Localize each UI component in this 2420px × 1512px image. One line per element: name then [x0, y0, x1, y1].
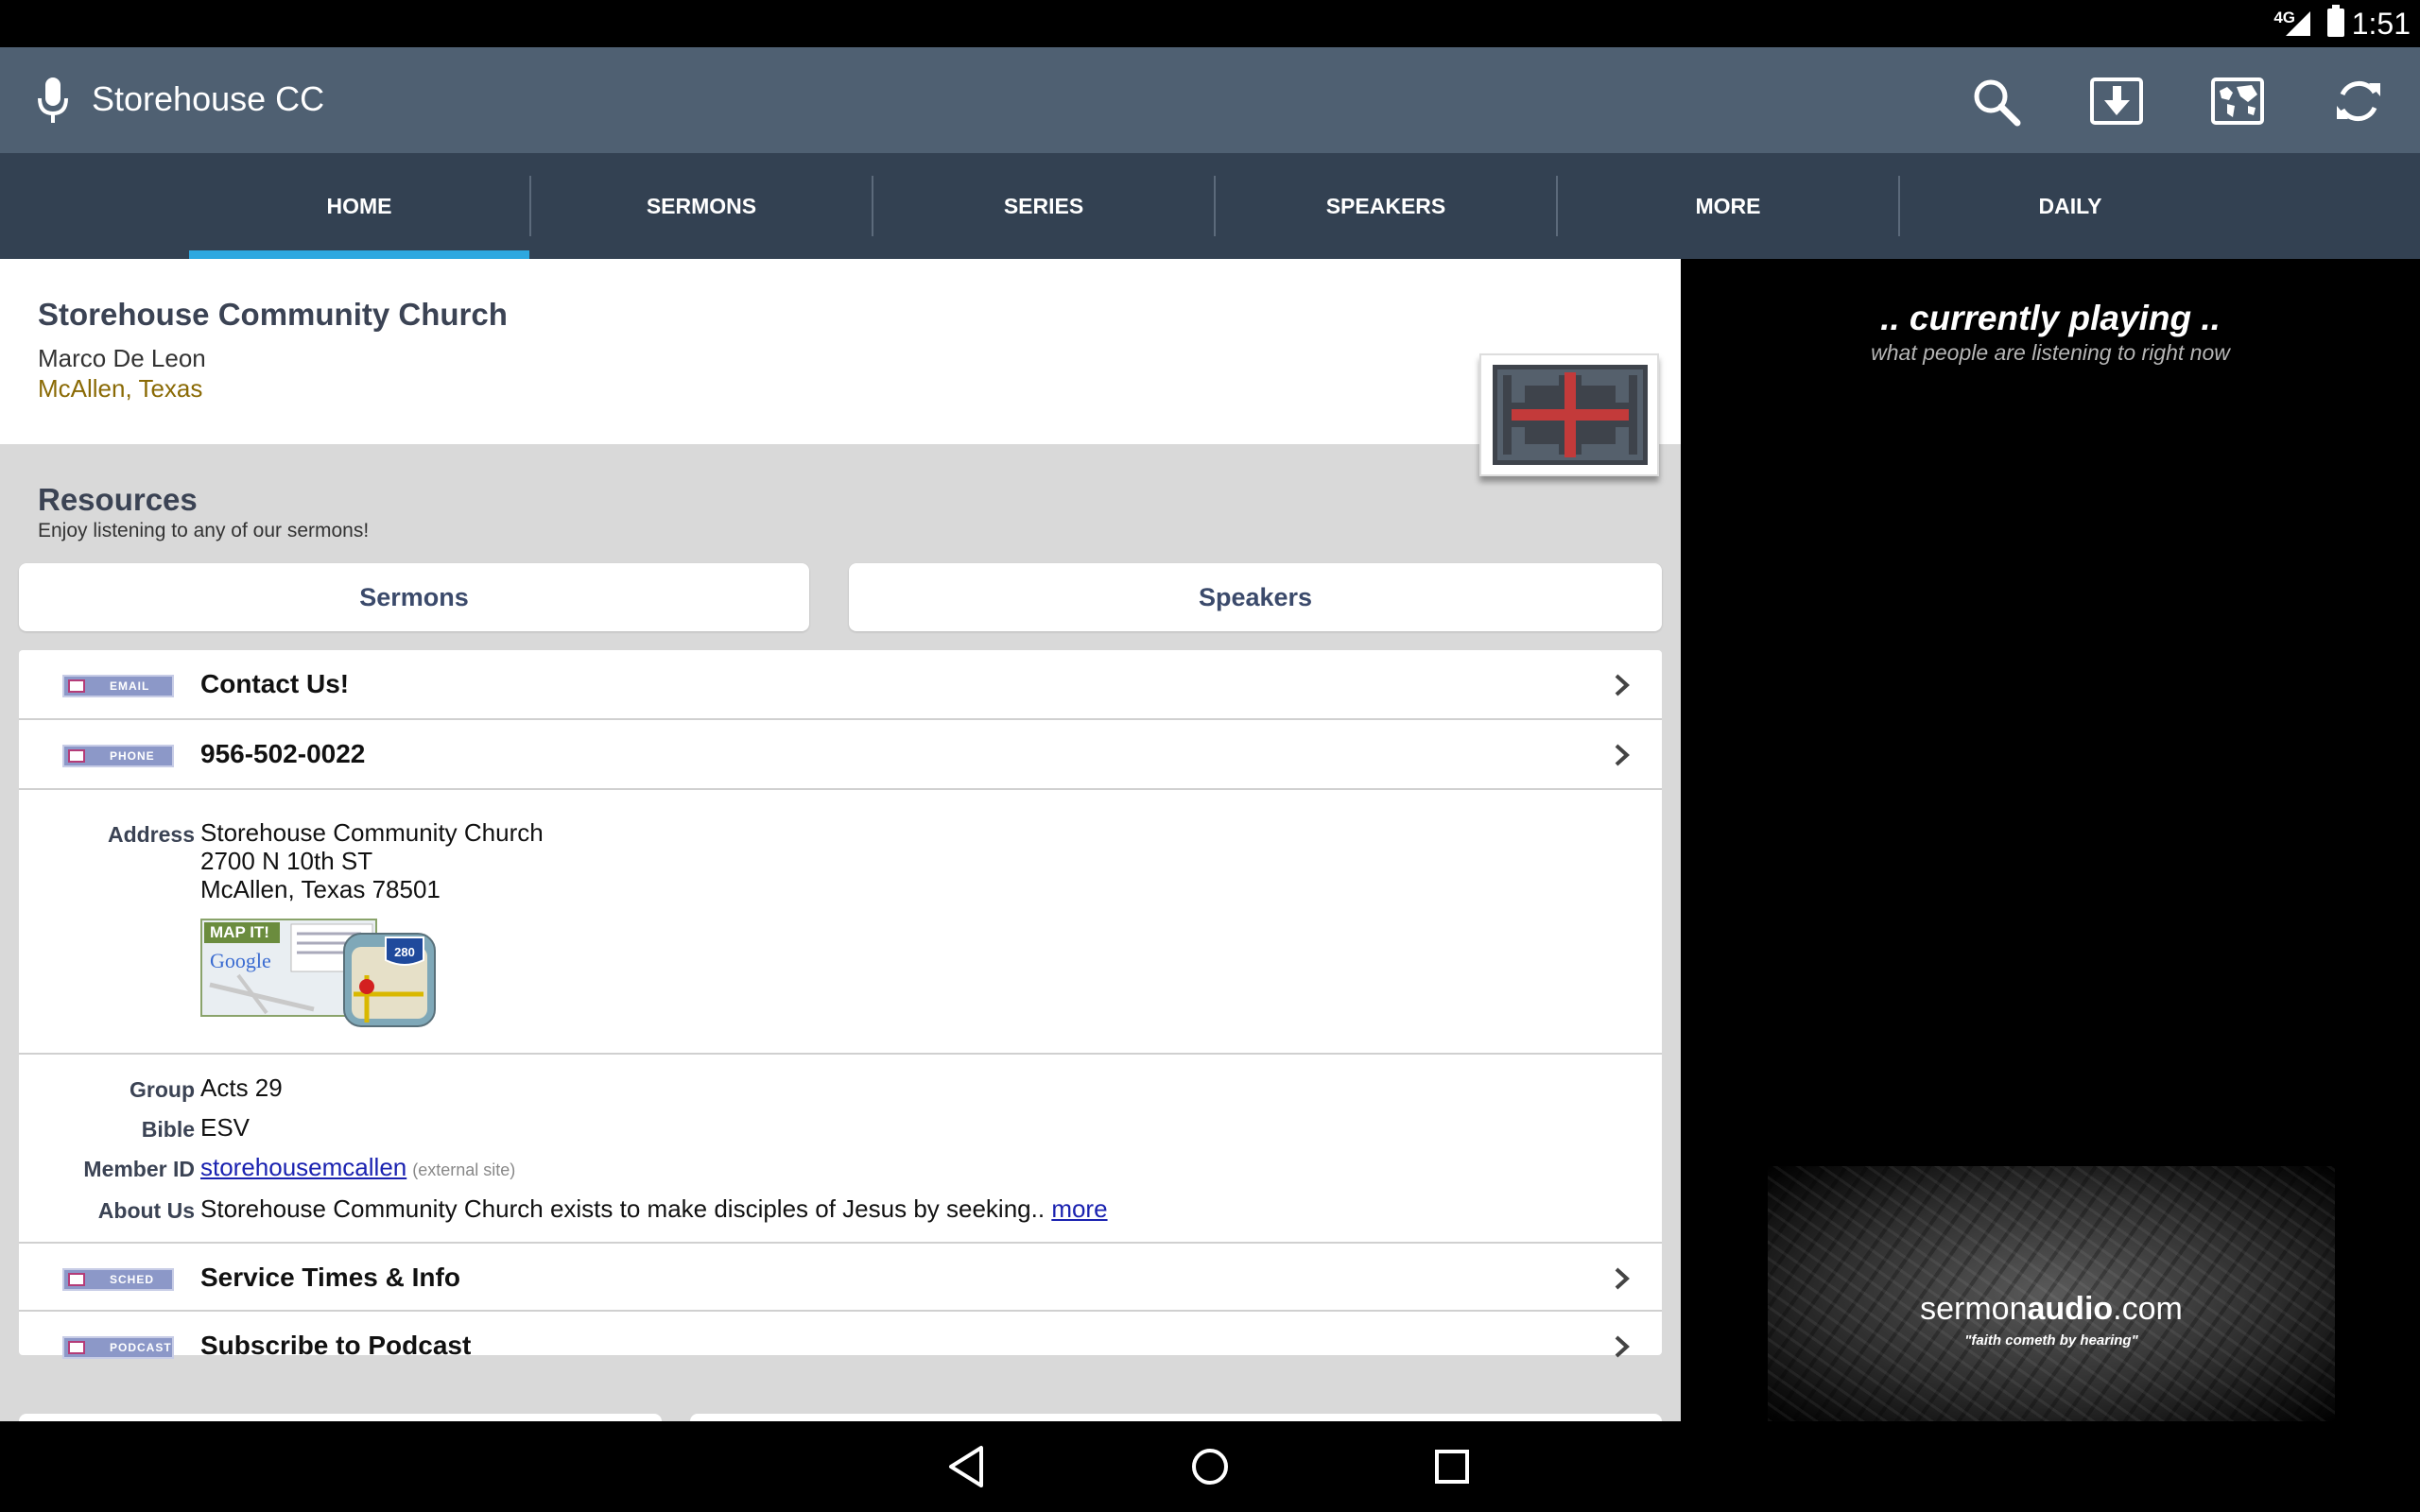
schedule-badge: SCHED: [62, 1268, 174, 1291]
external-site-note: (external site): [412, 1160, 516, 1179]
phone-row[interactable]: PHONE 956-502-0022: [19, 720, 1662, 790]
battery-icon: [2327, 5, 2344, 37]
world-map-icon[interactable]: [2210, 74, 2265, 129]
sermonaudio-tagline: "faith cometh by hearing": [1964, 1332, 2138, 1349]
chevron-right-icon: [1615, 744, 1630, 766]
address-label: Address: [107, 822, 195, 847]
tab-sermons[interactable]: SERMONS: [531, 153, 872, 259]
clock: 1:51: [2351, 7, 2411, 41]
app-title: Storehouse CC: [92, 79, 325, 118]
church-logo: [1479, 353, 1659, 476]
church-header: Storehouse Community Church Marco De Leo…: [0, 259, 1681, 444]
app-screen: 4G 1:51 Storehouse CC HOME SERMONS SERIE…: [0, 0, 2420, 1512]
next-card-edge: [690, 1414, 1662, 1421]
pastor-name: Marco De Leon: [38, 344, 206, 372]
chevron-right-icon: [1615, 1267, 1630, 1290]
contact-us-label: Contact Us!: [200, 669, 350, 698]
search-icon[interactable]: [1968, 74, 2023, 129]
sermons-button[interactable]: Sermons: [19, 563, 809, 631]
address-line-1: Storehouse Community Church: [200, 818, 544, 847]
tab-daily[interactable]: DAILY: [1900, 153, 2240, 259]
tab-more[interactable]: MORE: [1558, 153, 1898, 259]
resources-title: Resources: [38, 482, 198, 517]
bible-value: ESV: [200, 1113, 251, 1142]
service-times-row[interactable]: SCHED Service Times & Info: [19, 1242, 1662, 1312]
info-card: EMAIL Contact Us! PHONE 956-502-0022 Add…: [19, 650, 1662, 1360]
about-us-label: About Us: [97, 1198, 195, 1223]
home-circle-icon[interactable]: [1184, 1440, 1236, 1493]
speakers-button[interactable]: Speakers: [849, 563, 1662, 631]
telephone-icon: [68, 749, 85, 763]
bible-label: Bible: [141, 1117, 195, 1142]
currently-playing-panel: .. currently playing .. what people are …: [1681, 259, 2420, 1421]
member-id-label: Member ID: [83, 1157, 195, 1181]
sermonaudio-logo: sermonaudio.com "faith cometh by hearing…: [1768, 1166, 2335, 1421]
back-icon[interactable]: [942, 1440, 994, 1493]
tab-speakers[interactable]: SPEAKERS: [1216, 153, 1556, 259]
church-logo-image: [1493, 365, 1648, 465]
address-line-3: McAllen, Texas 78501: [200, 875, 441, 903]
phone-badge: PHONE: [62, 745, 174, 767]
podcast-label: Subscribe to Podcast: [200, 1331, 472, 1360]
about-us-text: Storehouse Community Church exists to ma…: [200, 1194, 1046, 1223]
status-bar: 4G 1:51: [0, 0, 2420, 47]
sermonaudio-brand: sermonaudio.com: [1920, 1291, 2183, 1327]
download-icon[interactable]: [2089, 74, 2144, 129]
chevron-right-icon: [1615, 674, 1630, 696]
envelope-icon: [68, 679, 85, 693]
tab-series[interactable]: SERIES: [873, 153, 1214, 259]
system-nav-bar: [0, 1421, 2420, 1512]
mic-icon[interactable]: [34, 76, 72, 125]
member-id-value: storehousemcallen (external site): [200, 1153, 515, 1182]
contact-us-row[interactable]: EMAIL Contact Us!: [19, 650, 1662, 720]
group-value: Acts 29: [200, 1074, 283, 1102]
member-id-link[interactable]: storehousemcallen: [200, 1153, 406, 1181]
email-badge: EMAIL: [62, 675, 174, 697]
tab-bar: HOME SERMONS SERIES SPEAKERS MORE DAILY: [0, 153, 2420, 259]
about-us-value: Storehouse Community Church exists to ma…: [200, 1194, 1108, 1224]
group-label: Group: [130, 1077, 195, 1102]
google-text: Google: [210, 949, 271, 972]
tab-home[interactable]: HOME: [189, 153, 529, 259]
resources-subtitle: Enjoy listening to any of our sermons!: [38, 520, 370, 541]
currently-playing-subtitle: what people are listening to right now: [1871, 340, 2230, 365]
recents-icon[interactable]: [1426, 1440, 1478, 1493]
refresh-icon[interactable]: [2331, 74, 2386, 129]
podcast-badge: PODCAST: [62, 1336, 174, 1359]
church-name: Storehouse Community Church: [38, 297, 508, 332]
address-line-2: 2700 N 10th ST: [200, 847, 373, 875]
podcast-row[interactable]: PODCAST Subscribe to Podcast: [19, 1312, 1662, 1382]
currently-playing-title: .. currently playing ..: [1880, 299, 2221, 337]
church-location: McAllen, Texas: [38, 374, 203, 403]
signal-icon: [2286, 11, 2310, 36]
about-more-link[interactable]: more: [1051, 1194, 1107, 1223]
chevron-right-icon: [1615, 1335, 1630, 1358]
map-it-text: MAP IT!: [210, 923, 269, 941]
map-it-button[interactable]: MAP IT! Google 280: [200, 919, 456, 1028]
phone-number: 956-502-0022: [200, 739, 366, 768]
home-content[interactable]: Storehouse Community Church Marco De Leo…: [0, 259, 1681, 1421]
next-card-edge: [19, 1414, 662, 1421]
podcast-icon: [68, 1341, 85, 1354]
address-section: Address Storehouse Community Church 2700…: [19, 790, 1662, 1055]
calendar-icon: [68, 1273, 85, 1286]
service-times-label: Service Times & Info: [200, 1263, 460, 1292]
highway-number: 280: [394, 945, 415, 959]
app-bar: Storehouse CC: [0, 47, 2420, 153]
